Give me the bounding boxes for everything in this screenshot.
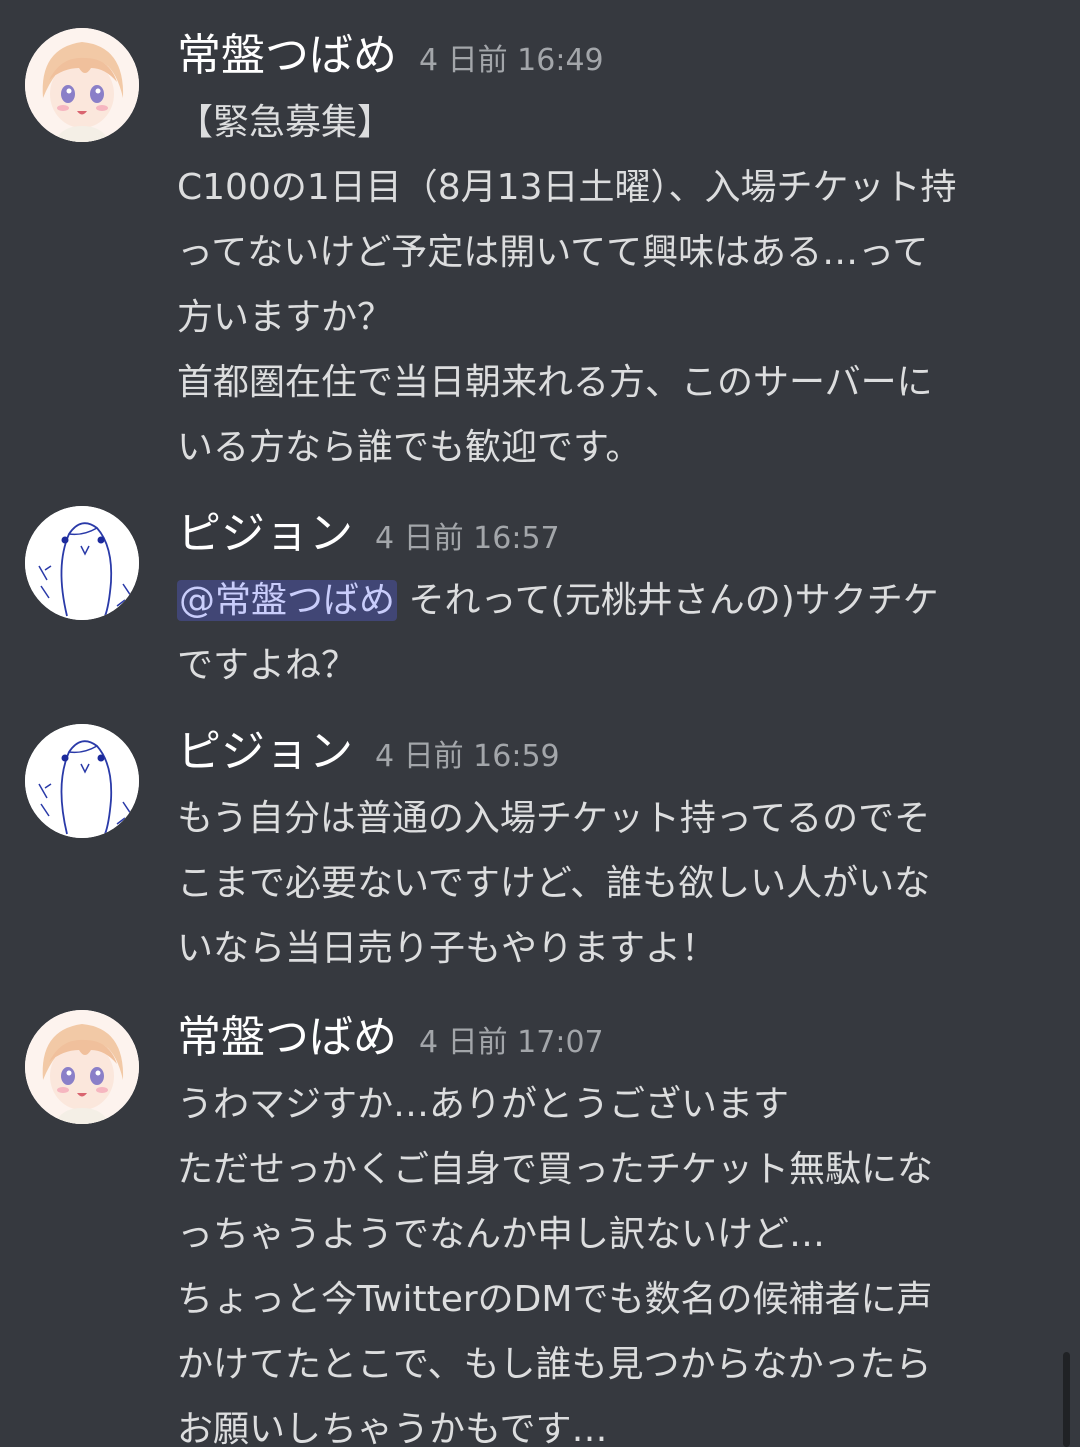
message-content: 【緊急募集】 C100の1日目（8月13日土曜）、入場チケット持 ってないけど予… xyxy=(177,90,1057,480)
message-line: ちょっと今TwitterのDMでも数名の候補者に声 xyxy=(177,1279,933,1320)
message-line: いる方なら誰でも歓迎です。 xyxy=(177,427,642,468)
message-line: ってないけど予定は開いてて興味はある…って xyxy=(177,232,929,273)
user-mention[interactable]: @常盤つばめ xyxy=(177,580,398,621)
message-line: いなら当日売り子もやりますよ！ xyxy=(177,928,718,969)
message-line: 【緊急募集】 xyxy=(177,102,394,143)
avatar[interactable] xyxy=(25,28,139,142)
message-header: 常盤つばめ 4 日前 16:49 xyxy=(177,28,604,84)
username[interactable]: 常盤つばめ xyxy=(177,1010,397,1066)
avatar[interactable] xyxy=(25,724,139,838)
chat-view: 常盤つばめ 4 日前 16:49 【緊急募集】 C100の1日目（8月13日土曜… xyxy=(0,0,1080,1447)
timestamp: 4 日前 16:57 xyxy=(375,521,560,556)
username[interactable]: ピジョン xyxy=(177,724,353,780)
bird-avatar-icon xyxy=(25,724,139,838)
message-line: かけてたとこで、もし誰も見つからなかったら xyxy=(177,1344,932,1385)
message-line: こまで必要ないですけど、誰も欲しい人がいな xyxy=(177,863,931,904)
timestamp: 4 日前 16:59 xyxy=(375,739,560,774)
message-header: ピジョン 4 日前 16:59 xyxy=(177,724,560,780)
message-line: お願いしちゃうかもです… xyxy=(177,1409,608,1447)
message-line: ただせっかくご自身で買ったチケット無駄にな xyxy=(177,1149,934,1190)
message-line: もう自分は普通の入場チケット持ってるのでそ xyxy=(177,798,931,839)
message-line: っちゃうようでなんか申し訳ないけど… xyxy=(177,1214,826,1255)
message-line: 首都圏在住で当日朝来れる方、このサーバーに xyxy=(177,362,933,403)
message-line: うわマジすか…ありがとうございます xyxy=(177,1084,790,1125)
message-header: ピジョン 4 日前 16:57 xyxy=(177,506,560,562)
username[interactable]: 常盤つばめ xyxy=(177,28,397,84)
message-content: もう自分は普通の入場チケット持ってるのでそ こまで必要ないですけど、誰も欲しい人… xyxy=(177,786,1057,981)
message-line: C100の1日目（8月13日土曜）、入場チケット持 xyxy=(177,167,957,208)
timestamp: 4 日前 17:07 xyxy=(419,1025,604,1060)
scrollbar-thumb[interactable] xyxy=(1063,1352,1070,1447)
anime-girl-avatar-icon xyxy=(25,28,139,142)
message-header: 常盤つばめ 4 日前 17:07 xyxy=(177,1010,604,1066)
message-line: @常盤つばめ それって(元桃井さんの)サクチケ xyxy=(177,568,1057,633)
bird-avatar-icon xyxy=(25,506,139,620)
message-text: それって(元桃井さんの)サクチケ xyxy=(397,580,939,621)
username[interactable]: ピジョン xyxy=(177,506,353,562)
avatar[interactable] xyxy=(25,1010,139,1124)
anime-girl-avatar-icon xyxy=(25,1010,139,1124)
message-line: 方いますか？ xyxy=(177,297,394,338)
message-line: ですよね？ xyxy=(177,645,358,686)
message-content: @常盤つばめ それって(元桃井さんの)サクチケ ですよね？ xyxy=(177,568,1057,698)
timestamp: 4 日前 16:49 xyxy=(419,43,604,78)
message-content: うわマジすか…ありがとうございます ただせっかくご自身で買ったチケット無駄にな … xyxy=(177,1072,1057,1447)
avatar[interactable] xyxy=(25,506,139,620)
